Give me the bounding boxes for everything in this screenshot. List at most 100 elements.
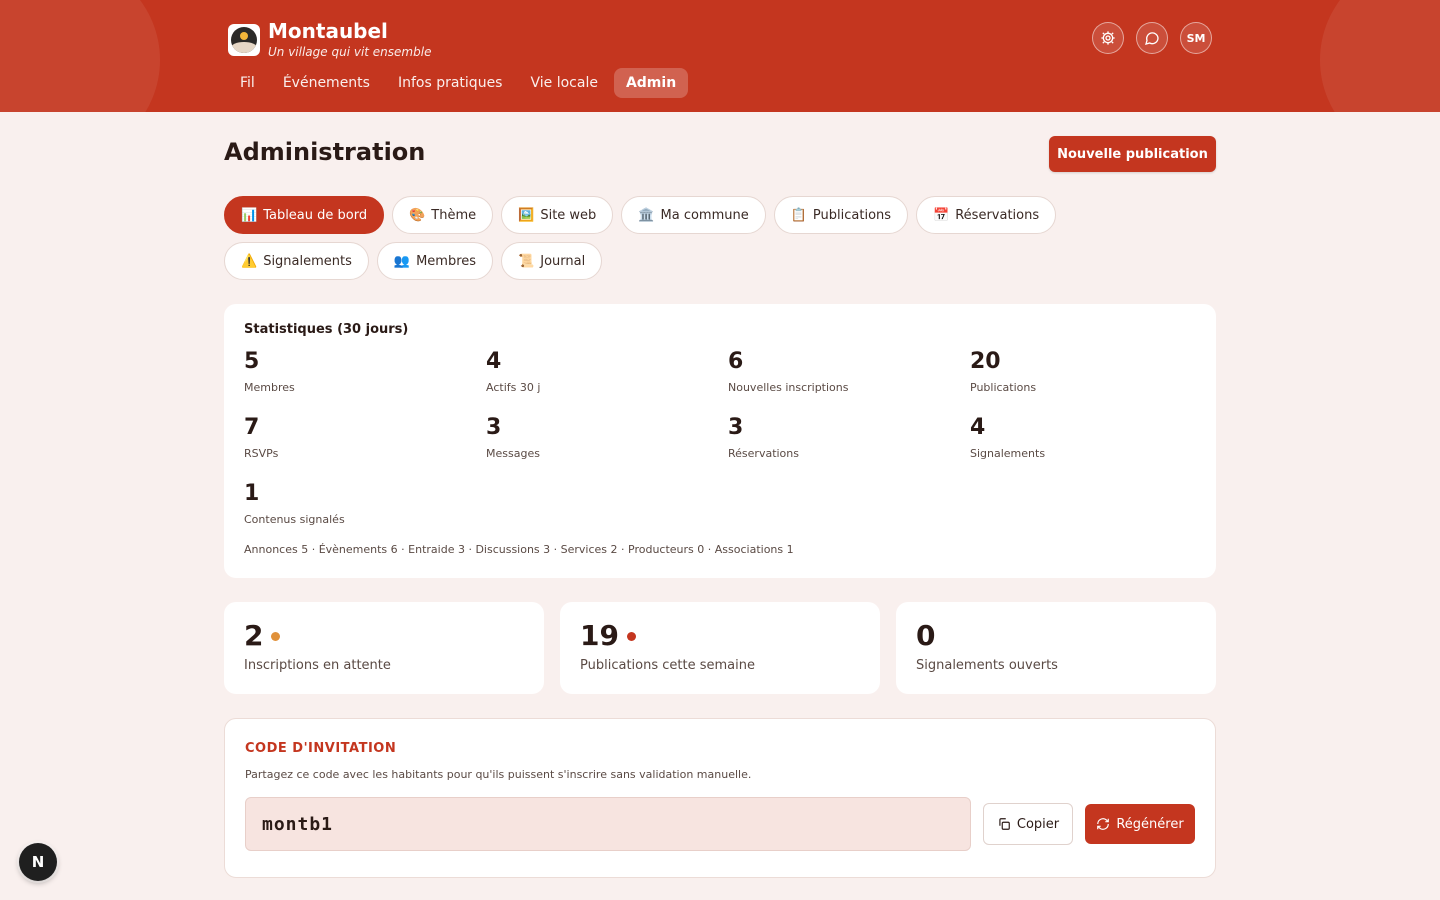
stat-item: 5 Membres [244, 349, 486, 415]
status-dot [271, 631, 281, 641]
brand-tagline: Un village qui vit ensemble [268, 45, 432, 59]
stat-item: 20 Publications [970, 349, 1212, 415]
tab-label: Publications [812, 207, 892, 223]
stat-label: Réservations [728, 447, 799, 460]
tab-theme[interactable]: 🎨 Thème [392, 196, 494, 234]
stat-item: 3 Messages [486, 415, 728, 481]
header-actions: SM [1092, 22, 1212, 54]
tab-journal[interactable]: 📜 Journal [501, 242, 603, 280]
nav-item-admin[interactable]: Admin [613, 68, 689, 98]
clipboard-icon: 📋 [790, 207, 807, 223]
tab-tableau-de-bord[interactable]: 📊 Tableau de bord [224, 196, 385, 234]
stats-card: Statistiques (30 jours) 5 Membres 4 Actifs… [224, 304, 1216, 578]
copy-button[interactable]: Copier [983, 803, 1073, 845]
stat-label: Messages [486, 447, 540, 460]
stat-value: 7 [244, 415, 260, 440]
tab-label: Membres [416, 253, 477, 269]
stats-title: Statistiques (30 jours) [244, 322, 409, 337]
calendar-icon: 📅 [933, 207, 950, 223]
metric-value: 0 [916, 619, 936, 652]
stat-value: 1 [244, 481, 260, 506]
metric-label: Publications cette semaine [580, 658, 755, 673]
nav-item-vie-locale[interactable]: Vie locale [518, 68, 609, 98]
metric-pending-signups[interactable]: 2 Inscriptions en attente [224, 602, 544, 694]
tab-ma-commune[interactable]: 🏛️ Ma commune [621, 196, 766, 234]
metric-label: Inscriptions en attente [244, 658, 391, 673]
stats-grid: 5 Membres 4 Actifs 30 j 6 Nouvelles inscrip… [244, 349, 1196, 547]
stat-label: Membres [244, 381, 295, 394]
stat-item: 3 Réservations [728, 415, 970, 481]
stat-value: 3 [486, 415, 502, 440]
metric-value: 2 [244, 619, 264, 652]
tab-signalements[interactable]: ⚠️ Signalements [224, 242, 369, 280]
tab-publications[interactable]: 📋 Publications [773, 196, 909, 234]
tab-label: Signalements [263, 253, 352, 269]
stat-value: 20 [970, 349, 1001, 374]
refresh-icon [1097, 818, 1110, 830]
stat-item: 4 Actifs 30 j [486, 349, 728, 415]
copy-icon [999, 818, 1010, 830]
header-decoration [0, 0, 160, 112]
metric-label: Signalements ouverts [916, 658, 1058, 673]
invite-description: Partagez ce code avec les habitants pour… [245, 768, 752, 781]
stat-value: 6 [728, 349, 744, 374]
stat-label: RSVPs [244, 447, 279, 460]
dev-tools-button[interactable]: N [19, 843, 57, 881]
bar-chart-icon: 📊 [241, 207, 258, 223]
nav-item-infos-pratiques[interactable]: Infos pratiques [386, 68, 515, 98]
settings-button[interactable] [1092, 22, 1124, 54]
avatar[interactable]: SM [1180, 22, 1212, 54]
stat-value: 4 [970, 415, 986, 440]
app-header: Montaubel Un village qui vit ensemble Fi… [0, 0, 1440, 112]
users-icon: 👥 [393, 253, 411, 269]
tab-reservations[interactable]: 📅 Réservations [916, 196, 1057, 234]
brand[interactable]: Montaubel Un village qui vit ensemble [228, 20, 431, 60]
nav-item-evenements[interactable]: Événements [271, 68, 382, 98]
stat-label: Actifs 30 j [486, 381, 541, 394]
tab-label: Site web [540, 207, 597, 223]
stat-label: Signalements [970, 447, 1046, 460]
stat-item: 6 Nouvelles inscriptions [728, 349, 970, 415]
stat-value: 3 [728, 415, 744, 440]
metric-value: 19 [580, 619, 619, 652]
scroll-icon: 📜 [518, 253, 535, 269]
regenerate-button[interactable]: Régénérer [1085, 804, 1195, 844]
nav-item-fil[interactable]: Fil [228, 68, 267, 98]
palette-icon: 🎨 [409, 207, 426, 223]
page-title: Administration [224, 138, 426, 166]
warning-icon: ⚠️ [241, 253, 258, 269]
metric-posts-this-week[interactable]: 19 Publications cette semaine [560, 602, 880, 694]
tab-label: Tableau de bord [263, 207, 368, 223]
regenerate-label: Régénérer [1116, 816, 1184, 832]
tab-label: Journal [540, 253, 586, 269]
stat-label: Publications [970, 381, 1037, 394]
header-decoration [1320, 0, 1440, 112]
stats-breakdown: Annonces 5 · Évènements 6 · Entraide 3 ·… [244, 543, 794, 556]
tab-membres[interactable]: 👥 Membres [376, 242, 494, 280]
messages-button[interactable] [1136, 22, 1168, 54]
tab-site-web[interactable]: 🖼️ Site web [501, 196, 614, 234]
tab-label: Réservations [955, 207, 1040, 223]
stat-label: Nouvelles inscriptions [728, 381, 849, 394]
town-hall-icon: 🏛️ [638, 207, 655, 223]
invite-title: CODE D'INVITATION [245, 741, 397, 756]
stat-item: 7 RSVPs [244, 415, 486, 481]
stat-item: 4 Signalements [970, 415, 1212, 481]
main-nav: Fil Événements Infos pratiques Vie local… [228, 68, 692, 98]
brand-name: Montaubel [268, 19, 388, 43]
tab-label: Thème [431, 207, 477, 223]
admin-tabs: 📊 Tableau de bord 🎨 Thème 🖼️ Site web 🏛️ Ma … [224, 196, 1216, 288]
gear-icon [1101, 31, 1115, 45]
new-post-button[interactable]: Nouvelle publication [1049, 136, 1216, 172]
copy-label: Copier [1016, 816, 1060, 832]
invite-code-field[interactable]: montb1 [245, 797, 971, 851]
metric-open-reports[interactable]: 0 Signalements ouverts [896, 602, 1216, 694]
tab-label: Ma commune [660, 207, 749, 223]
status-dot [626, 631, 636, 641]
stat-value: 5 [244, 349, 260, 374]
village-logo-icon [228, 24, 260, 56]
chat-bubble-icon [1145, 32, 1159, 45]
stat-item: 1 Contenus signalés [244, 481, 486, 547]
stat-label: Contenus signalés [244, 513, 345, 526]
stat-value: 4 [486, 349, 502, 374]
